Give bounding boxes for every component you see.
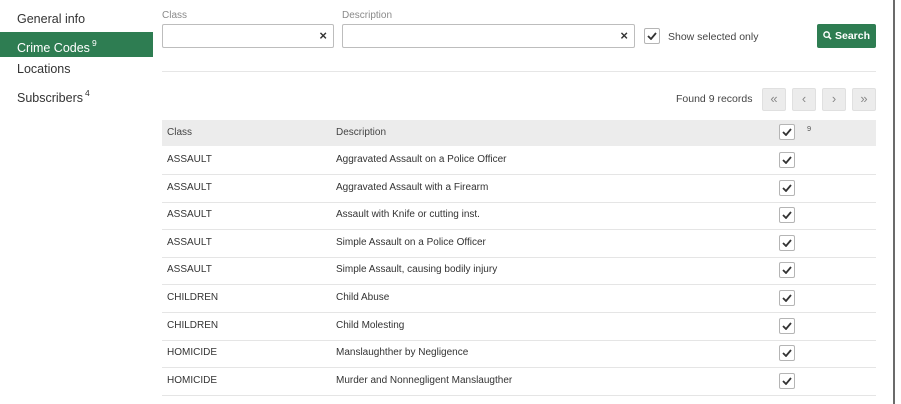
- select-all-checkbox[interactable]: [779, 124, 795, 140]
- check-icon: [782, 184, 792, 192]
- table-row[interactable]: ASSAULT Aggravated Assault with a Firearm: [162, 175, 876, 203]
- table-header: Class Description 9: [162, 120, 876, 146]
- sidebar-item-label: Locations: [17, 62, 71, 76]
- show-selected-checkbox[interactable]: [644, 28, 660, 44]
- sidebar-item-label: General info: [17, 12, 86, 26]
- chevron-left-icon: ‹: [801, 91, 807, 106]
- check-icon: [782, 322, 792, 330]
- check-icon: [782, 156, 792, 164]
- show-selected-label: Show selected only: [668, 31, 759, 43]
- cell-class: ASSAULT: [167, 264, 212, 275]
- table-row[interactable]: ASSAULT Assault with Knife or cutting ins…: [162, 202, 876, 230]
- cell-class: ASSAULT: [167, 182, 212, 193]
- description-filter-field: ×: [342, 24, 635, 48]
- chevron-right-icon: ›: [831, 91, 837, 106]
- table-row[interactable]: CHILDREN Child Abuse: [162, 285, 876, 313]
- check-icon: [782, 211, 792, 219]
- check-icon: [647, 32, 657, 40]
- class-filter-label: Class: [162, 10, 188, 21]
- row-select-checkbox[interactable]: [779, 345, 795, 361]
- cell-description: Simple Assault on a Police Officer: [336, 237, 486, 248]
- row-select-checkbox[interactable]: [779, 290, 795, 306]
- table-row[interactable]: ASSAULT Simple Assault on a Police Office…: [162, 230, 876, 258]
- cell-description: Assault with Knife or cutting inst.: [336, 209, 480, 220]
- class-filter-field: ×: [162, 24, 334, 48]
- cell-class: ASSAULT: [167, 237, 212, 248]
- sidebar-item-label: Crime Codes: [17, 41, 90, 56]
- cell-description: Murder and Nonnegligent Manslaugther: [336, 375, 513, 386]
- search-icon: [823, 31, 832, 40]
- double-chevron-left-icon: «: [770, 91, 778, 106]
- cell-description: Aggravated Assault with a Firearm: [336, 182, 489, 193]
- count-badge: 9: [91, 38, 97, 48]
- cell-class: ASSAULT: [167, 154, 212, 165]
- sidebar-item-locations[interactable]: Locations: [0, 57, 153, 82]
- check-icon: [782, 294, 792, 302]
- table-row[interactable]: ASSAULT Aggravated Assault on a Police Of…: [162, 147, 876, 175]
- last-page-button[interactable]: »: [852, 88, 876, 111]
- cell-description: Child Abuse: [336, 292, 390, 303]
- cell-description: Child Molesting: [336, 320, 405, 331]
- close-icon[interactable]: ×: [620, 28, 628, 44]
- cell-description: Manslaughther by Negligence: [336, 347, 469, 358]
- cell-description: Aggravated Assault on a Police Officer: [336, 154, 507, 165]
- class-filter-input[interactable]: [163, 25, 333, 47]
- divider: [162, 71, 876, 72]
- table-row[interactable]: ASSAULT Simple Assault, causing bodily in…: [162, 257, 876, 285]
- check-icon: [782, 239, 792, 247]
- sidebar-item-general-info[interactable]: General info: [0, 7, 153, 32]
- sidebar-item-crime-codes[interactable]: Crime Codes 9: [0, 32, 153, 57]
- table-row[interactable]: CHILDREN Child Molesting: [162, 313, 876, 341]
- description-filter-input[interactable]: [343, 25, 634, 47]
- cell-description: Simple Assault, causing bodily injury: [336, 264, 498, 275]
- row-select-checkbox[interactable]: [779, 373, 795, 389]
- row-select-checkbox[interactable]: [779, 207, 795, 223]
- count-badge: 4: [85, 88, 90, 98]
- row-select-checkbox[interactable]: [779, 180, 795, 196]
- records-found-text: Found 9 records: [676, 93, 753, 105]
- close-icon[interactable]: ×: [319, 28, 327, 44]
- first-page-button[interactable]: «: [762, 88, 786, 111]
- selected-count: 9: [807, 124, 812, 133]
- column-header-class[interactable]: Class: [167, 127, 192, 138]
- check-icon: [782, 266, 792, 274]
- description-filter-label: Description: [342, 10, 393, 21]
- prev-page-button[interactable]: ‹: [792, 88, 816, 111]
- table-row[interactable]: HOMICIDE Murder and Nonnegligent Manslaug…: [162, 368, 876, 396]
- check-icon: [782, 349, 792, 357]
- table-row[interactable]: HOMICIDE Manslaughther by Negligence: [162, 340, 876, 368]
- row-select-checkbox[interactable]: [779, 318, 795, 334]
- row-select-checkbox[interactable]: [779, 262, 795, 278]
- column-header-description[interactable]: Description: [336, 127, 386, 138]
- cell-class: HOMICIDE: [167, 375, 217, 386]
- sidebar-item-label: Subscribers: [17, 91, 83, 106]
- search-button[interactable]: Search: [817, 24, 876, 48]
- cell-class: ASSAULT: [167, 209, 212, 220]
- next-page-button[interactable]: ›: [822, 88, 846, 111]
- check-icon: [782, 128, 792, 136]
- search-button-label: Search: [834, 30, 871, 42]
- check-icon: [782, 377, 792, 385]
- row-select-checkbox[interactable]: [779, 235, 795, 251]
- window-edge: [893, 0, 895, 404]
- sidebar-item-subscribers[interactable]: Subscribers 4: [0, 82, 153, 107]
- sidebar-nav: General info Crime Codes 9 Locations Subs…: [0, 7, 153, 107]
- cell-class: CHILDREN: [167, 292, 219, 303]
- row-select-checkbox[interactable]: [779, 152, 795, 168]
- double-chevron-right-icon: »: [860, 91, 868, 106]
- cell-class: CHILDREN: [167, 320, 219, 331]
- cell-class: HOMICIDE: [167, 347, 217, 358]
